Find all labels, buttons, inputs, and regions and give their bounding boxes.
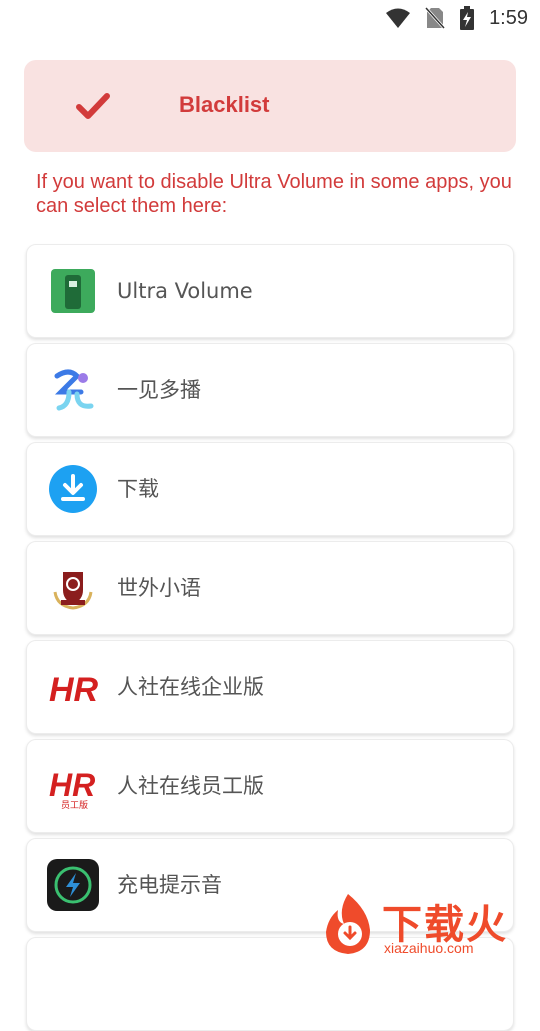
app-item-yijian-duobo[interactable]: 一见多播 (26, 343, 514, 437)
app-item-hr-employee[interactable]: HR 员工版 人社在线员工版 (26, 739, 514, 833)
app-item-download[interactable]: 下载 (26, 442, 514, 536)
no-sim-icon (425, 6, 446, 30)
hr-logo-subtext: 员工版 (61, 799, 88, 811)
app-item-hr-enterprise[interactable]: HR 人社在线企业版 (26, 640, 514, 734)
battery-charging-icon (460, 6, 475, 30)
hr-employee-icon: HR 员工版 (49, 767, 95, 811)
watermark: 下载火 xiazaihuo.com (318, 890, 540, 960)
wifi-icon (386, 8, 411, 28)
app-name: 世外小语 (117, 576, 201, 600)
blacklist-header[interactable]: Blacklist (24, 60, 516, 152)
app-name: 人社在线企业版 (117, 675, 264, 699)
hr-enterprise-icon: HR (49, 671, 99, 709)
shiwai-xiaoyu-icon (53, 572, 93, 610)
flame-logo-icon (326, 894, 370, 954)
ultra-volume-icon (51, 269, 95, 313)
hr-logo-text: HR (49, 767, 95, 803)
app-name: 充电提示音 (117, 873, 222, 897)
charging-sound-icon (47, 859, 99, 911)
app-name: 一见多播 (117, 378, 201, 402)
app-name: 人社在线员工版 (117, 774, 264, 798)
download-icon (49, 465, 97, 513)
app-item-shiwai-xiaoyu[interactable]: 世外小语 (26, 541, 514, 635)
app-name: 下载 (117, 477, 159, 501)
app-name: Ultra Volume (117, 279, 253, 303)
description-text: If you want to disable Ultra Volume in s… (36, 171, 512, 217)
watermark-url: xiazaihuo.com (384, 940, 474, 956)
check-icon (76, 93, 110, 119)
status-bar: 1:59 (0, 0, 540, 36)
status-time: 1:59 (489, 6, 528, 29)
yijian-duobo-icon (54, 369, 94, 411)
header-title: Blacklist (179, 92, 270, 117)
app-item-ultra-volume[interactable]: Ultra Volume (26, 244, 514, 338)
hr-logo-text: HR (49, 671, 99, 709)
